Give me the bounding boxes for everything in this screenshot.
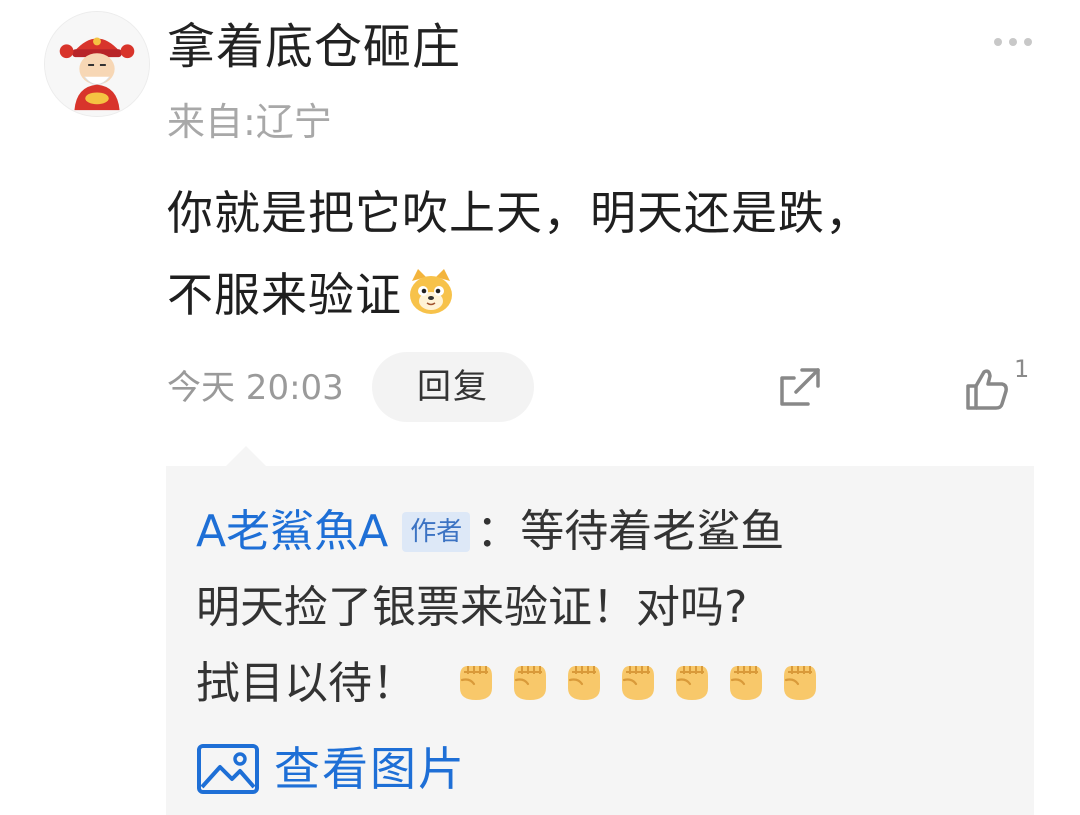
fist-emoji-group bbox=[442, 646, 820, 722]
cat-emoji-icon bbox=[406, 267, 456, 317]
reply-line-1-text: ：等待着老鲨鱼 bbox=[476, 506, 785, 557]
comment-content: 你就是把它吹上天，明天还是跌， 不服来验证 bbox=[167, 172, 1027, 336]
author-badge: 作者 bbox=[402, 512, 471, 552]
comment-line-1: 你就是把它吹上天，明天还是跌， bbox=[167, 186, 872, 240]
username[interactable]: 拿着底仓砸庄 bbox=[167, 14, 461, 80]
fist-emoji-icon bbox=[670, 658, 712, 702]
fist-emoji-icon bbox=[562, 658, 604, 702]
fist-emoji-icon bbox=[724, 658, 766, 702]
reply-preview-content: A老鯊魚A 作者 ：等待着老鲨鱼 明天捡了银票来验证！对吗? 拭目以待！ bbox=[196, 494, 1016, 722]
comment-line-2-text: 不服来验证 bbox=[167, 268, 402, 322]
location-label: 来自:辽宁 bbox=[167, 100, 332, 144]
fist-emoji-icon bbox=[508, 658, 550, 702]
reply-line-2: 明天捡了银票来验证！对吗? bbox=[196, 582, 748, 633]
view-pictures-link[interactable]: 查看图片 bbox=[196, 738, 466, 800]
reply-author-name[interactable]: A老鯊魚A bbox=[196, 506, 388, 557]
reply-line-3-text: 拭目以待！ bbox=[196, 658, 416, 709]
fist-emoji-icon bbox=[616, 658, 658, 702]
reply-box-pointer bbox=[226, 446, 266, 466]
share-icon[interactable] bbox=[774, 364, 824, 412]
fist-emoji-icon bbox=[454, 658, 496, 702]
comment-line-2: 不服来验证 bbox=[167, 254, 1027, 336]
view-pictures-label: 查看图片 bbox=[274, 742, 466, 796]
thumbs-up-icon[interactable] bbox=[962, 364, 1012, 414]
fist-emoji-icon bbox=[778, 658, 820, 702]
like-count: 1 bbox=[1014, 355, 1030, 383]
reply-button[interactable]: 回复 bbox=[372, 352, 534, 422]
reply-line-3: 拭目以待！ bbox=[196, 646, 1016, 722]
comment-timestamp: 今天 20:03 bbox=[167, 368, 344, 408]
image-icon bbox=[197, 744, 259, 794]
avatar[interactable] bbox=[44, 11, 150, 117]
reply-line-1: A老鯊魚A 作者 ：等待着老鲨鱼 bbox=[196, 494, 1016, 570]
more-dots-icon[interactable] bbox=[994, 38, 1032, 46]
avatar-image bbox=[45, 12, 149, 116]
